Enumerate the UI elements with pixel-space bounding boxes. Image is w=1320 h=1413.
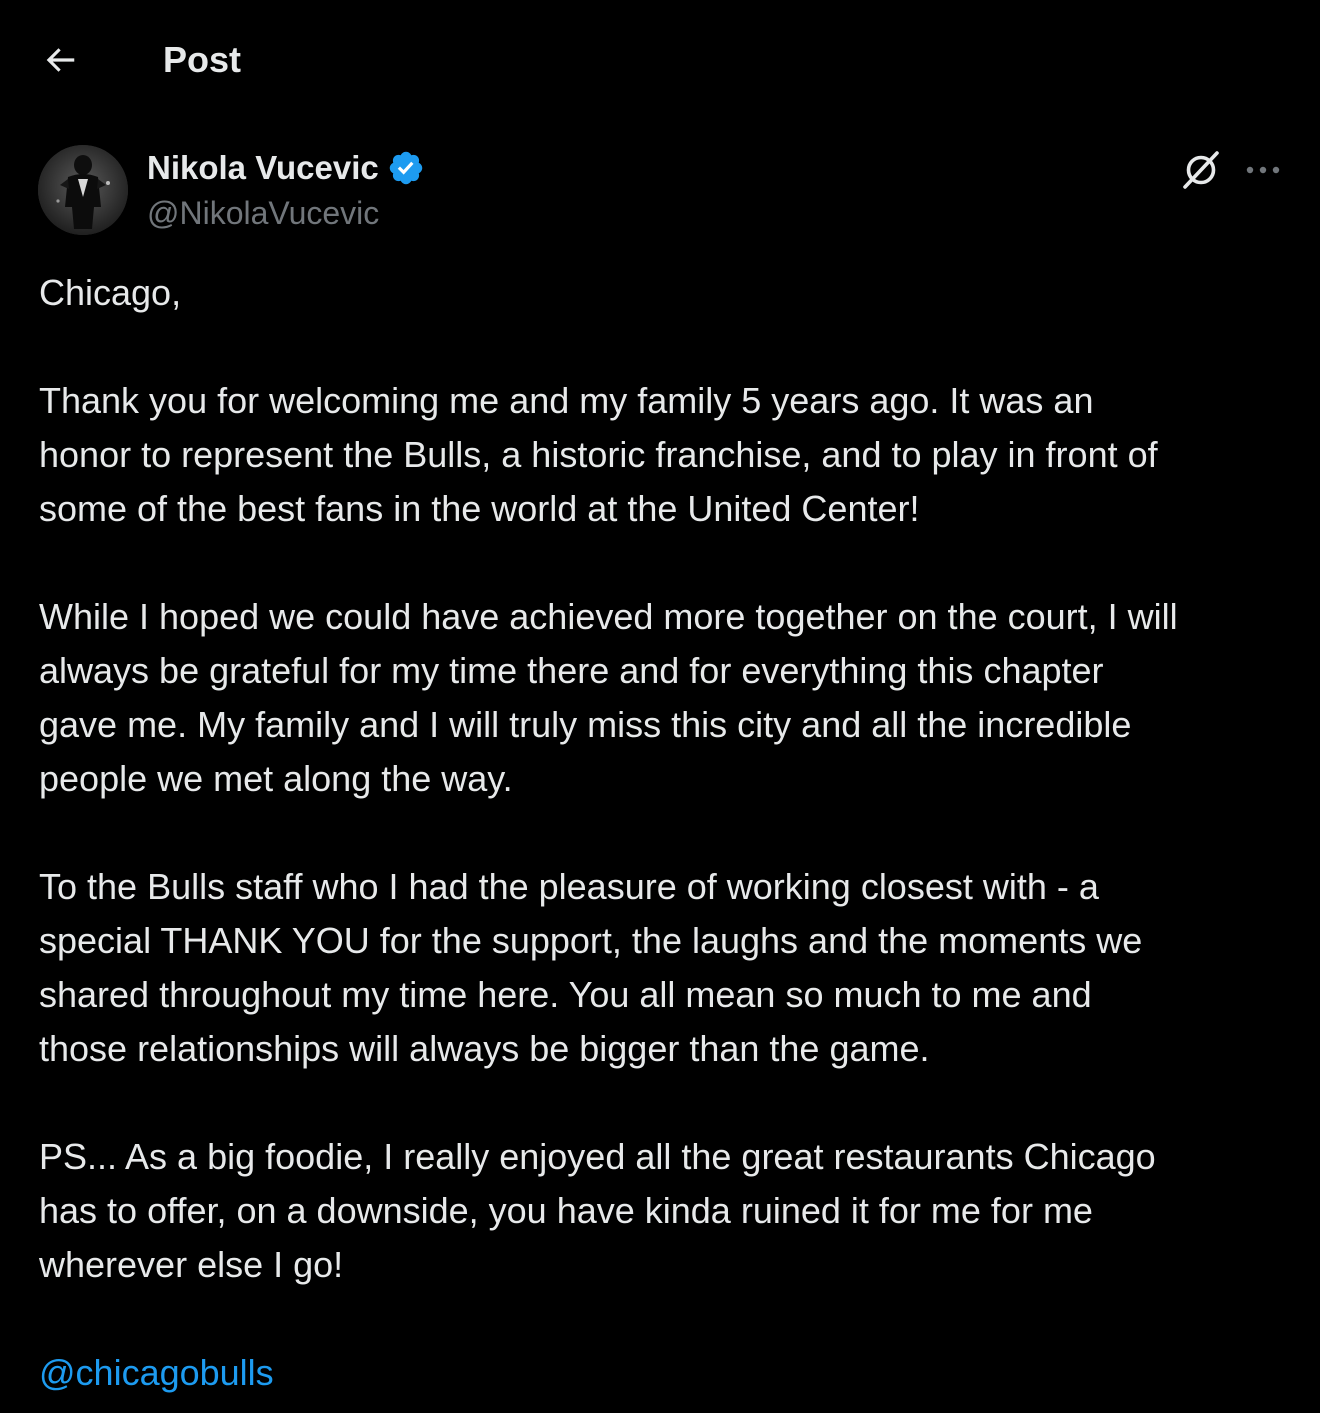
post-line: special THANK YOU for the support, the l… [39,920,1143,961]
post-paragraph-3: To the Bulls staff who I had the pleasur… [39,860,1289,1076]
grok-button[interactable] [1178,147,1224,193]
post-line: people we met along the way. [39,758,513,799]
post-line: Thank you for welcoming me and my family… [39,380,1094,421]
mention-link[interactable]: @chicagobulls [39,1352,274,1393]
post-line: always be grateful for my time there and… [39,650,1104,691]
post-greeting: Chicago, [39,266,1289,320]
arrow-left-icon [46,48,75,72]
post-line: honor to represent the Bulls, a historic… [39,434,1158,475]
author-name-row: Nikola Vucevic [147,147,425,189]
more-horizontal-icon [1246,166,1280,174]
post-paragraph-1: Thank you for welcoming me and my family… [39,374,1289,536]
display-name[interactable]: Nikola Vucevic [147,147,379,189]
avatar[interactable] [38,145,128,235]
post-paragraph-2: While I hoped we could have achieved mor… [39,590,1289,806]
post-author-row: Nikola Vucevic @NikolaVucevic [38,145,1282,237]
author-handle[interactable]: @NikolaVucevic [147,193,379,233]
post-line: those relationships will always be bigge… [39,1028,930,1069]
post-text: Chicago, Thank you for welcoming me and … [39,266,1289,1400]
post-line: While I hoped we could have achieved mor… [39,596,1178,637]
grok-icon [1183,151,1219,189]
post-line: PS... As a big foodie, I really enjoyed … [39,1136,1156,1177]
page-title: Post [163,39,242,80]
post-line: wherever else I go! [39,1244,344,1285]
avatar-photo-icon [38,145,128,235]
post-mention-line: @chicagobulls [39,1346,1289,1400]
top-bar: Post [0,0,1320,120]
verified-badge-icon[interactable] [387,149,425,187]
back-button[interactable] [36,36,84,84]
post-line: To the Bulls staff who I had the pleasur… [39,866,1099,907]
post-line: Chicago, [39,272,182,313]
post-line: some of the best fans in the world at th… [39,488,920,529]
post-line: gave me. My family and I will truly miss… [39,704,1132,745]
post-paragraph-4: PS... As a big foodie, I really enjoyed … [39,1130,1289,1292]
more-options-button[interactable] [1238,147,1288,193]
post-line: shared throughout my time here. You all … [39,974,1092,1015]
post-line: has to offer, on a downside, you have ki… [39,1190,1093,1231]
